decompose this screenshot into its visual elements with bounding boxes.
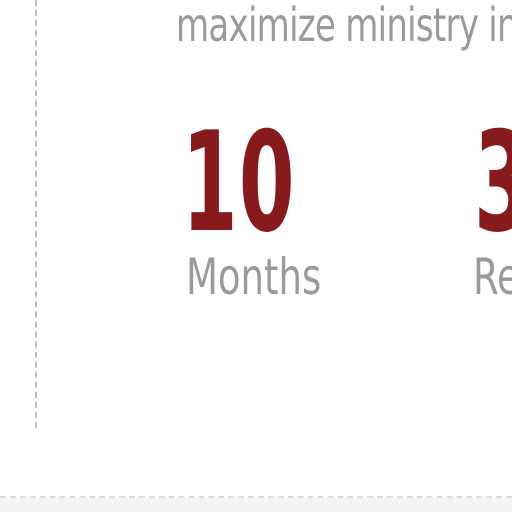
bottom-band bbox=[0, 498, 512, 512]
stat-number: 10 bbox=[182, 102, 296, 263]
stat-label: Months bbox=[186, 248, 322, 306]
stat-number: 3 bbox=[474, 114, 512, 252]
stat-item-second: 3 Re bbox=[473, 114, 512, 306]
vertical-dashed-divider bbox=[35, 0, 37, 428]
stats-section: maximize ministry in 10 Months 3 Re bbox=[0, 0, 512, 512]
stat-item-months: 10 Months bbox=[182, 102, 378, 306]
stat-label: Re bbox=[473, 248, 512, 306]
section-tagline: maximize ministry in bbox=[176, 0, 512, 52]
